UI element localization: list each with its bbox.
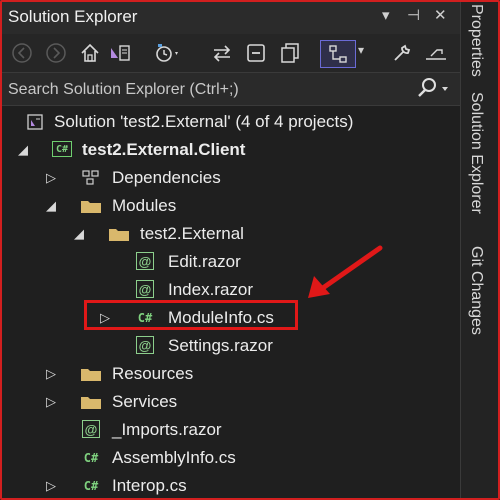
razor-file-icon: @ [136,336,154,354]
tree-item-services-folder[interactable]: ▷ Services [0,388,460,416]
tree-item-imports-razor[interactable]: @ _Imports.razor [0,416,460,444]
tree-item-label: Modules [112,196,177,215]
annotation-arrow-icon [308,245,383,298]
collapse-all-button[interactable] [242,40,270,66]
razor-file-icon: @ [136,280,154,298]
csharp-file-icon: C# [83,451,99,465]
tree-item-solution[interactable]: Solution 'test2.External' (4 of 4 projec… [0,108,460,136]
tab-solution-explorer[interactable]: Solution Explorer [467,92,485,214]
solution-explorer-panel: Solution Explorer ▾ ⊣ ✕ ▾ Search Solutio… [0,0,460,500]
collapse-all-icon [247,44,265,62]
tree-item-interop-cs[interactable]: ▷ C# Interop.cs [0,472,460,500]
clock-filter-icon [156,44,178,62]
title-bar: Solution Explorer ▾ ⊣ ✕ [0,0,460,34]
tree-item-label: test2.External [140,224,244,243]
tree-item-assemblyinfo-cs[interactable]: C# AssemblyInfo.cs [0,444,460,472]
tree-item-label: Solution 'test2.External' (4 of 4 projec… [54,112,354,131]
folder-icon [80,196,102,216]
tree-item-modules-folder[interactable]: ◢ Modules [0,192,460,220]
tree-item-label: Index.razor [168,280,254,299]
collapsed-arrow-icon[interactable]: ▷ [44,394,58,410]
tree-item-label: Settings.razor [168,336,273,355]
pending-changes-filter-button[interactable] [152,40,180,66]
csharp-file-icon: C# [137,311,153,325]
csharp-file-icon: C# [83,479,99,493]
folder-icon [80,364,102,384]
tree-item-label: AssemblyInfo.cs [112,448,236,467]
tree-item-edit-razor[interactable]: @ Edit.razor [0,248,460,276]
dependencies-icon [80,168,102,188]
sync-arrows-icon [213,45,231,62]
folder-icon [80,392,102,412]
razor-file-icon: @ [82,420,100,438]
forward-arrow-icon [46,43,66,63]
tree-item-modules-sub-folder[interactable]: ◢ test2.External [0,220,460,248]
expanded-arrow-icon[interactable]: ◢ [16,142,30,158]
sync-with-active-document-button[interactable] [208,40,236,66]
tree-item-label: Edit.razor [168,252,241,271]
side-tab-strip: Properties Solution Explorer Git Changes [460,0,500,500]
toolbar-dropdown-chevron-icon[interactable]: ▾ [358,43,364,57]
tree-item-label: test2.External.Client [82,140,246,159]
tab-git-changes[interactable]: Git Changes [467,246,485,335]
search-input[interactable] [0,73,410,107]
collapsed-arrow-icon[interactable]: ▷ [44,170,58,186]
toolbar: ▾ [0,34,460,73]
search-icon [418,78,448,97]
window-title: Solution Explorer [8,7,138,26]
expanded-arrow-icon[interactable]: ◢ [72,226,86,242]
tree-item-label: ModuleInfo.cs [168,308,274,327]
search-bar [0,73,460,107]
tree-item-label: Dependencies [112,168,221,187]
back-button[interactable] [8,40,36,66]
tree-item-index-razor[interactable]: @ Index.razor [0,276,460,304]
collapsed-arrow-icon[interactable]: ▷ [44,366,58,382]
tree-item-resources-folder[interactable]: ▷ Resources [0,360,460,388]
home-icon [81,43,99,62]
tree-item-settings-razor[interactable]: @ Settings.razor [0,332,460,360]
properties-button[interactable] [388,40,416,66]
expanded-arrow-icon[interactable]: ◢ [44,198,58,214]
close-button[interactable]: ✕ [434,6,447,24]
settings-toggle-button[interactable] [422,40,450,66]
folder-icon [108,224,130,244]
collapsed-arrow-icon[interactable]: ▷ [98,310,112,326]
hierarchy-icon [329,45,347,63]
search-options-button[interactable] [416,77,450,104]
pin-button[interactable]: ⊣ [407,6,420,24]
show-all-files-button[interactable] [276,40,304,66]
tree-item-moduleinfo-cs[interactable]: ▷ C# ModuleInfo.cs [0,304,460,332]
visual-studio-switch-views-icon [111,45,130,61]
home-button[interactable] [76,40,104,66]
preview-selected-items-button[interactable] [320,40,356,68]
collapsed-arrow-icon[interactable]: ▷ [44,478,58,494]
razor-file-icon: @ [136,252,154,270]
preview-toggle-icon [426,49,446,60]
back-arrow-icon [12,43,32,63]
tree-item-label: Services [112,392,178,411]
switch-views-button[interactable] [106,40,134,66]
csharp-project-icon: C# [52,141,72,157]
tree-item-project-client[interactable]: ◢ C# test2.External.Client [0,136,460,164]
window-options-button[interactable]: ▾ [382,6,390,24]
tree-item-label: Resources [112,364,194,383]
wrench-icon [394,44,411,61]
forward-button[interactable] [42,40,70,66]
tree-item-label: Interop.cs [112,476,187,495]
solution-icon [24,112,46,132]
tree-item-label: _Imports.razor [112,420,222,439]
tab-properties[interactable]: Properties [467,4,485,77]
copy-files-icon [281,43,299,63]
tree-item-dependencies[interactable]: ▷ Dependencies [0,164,460,192]
